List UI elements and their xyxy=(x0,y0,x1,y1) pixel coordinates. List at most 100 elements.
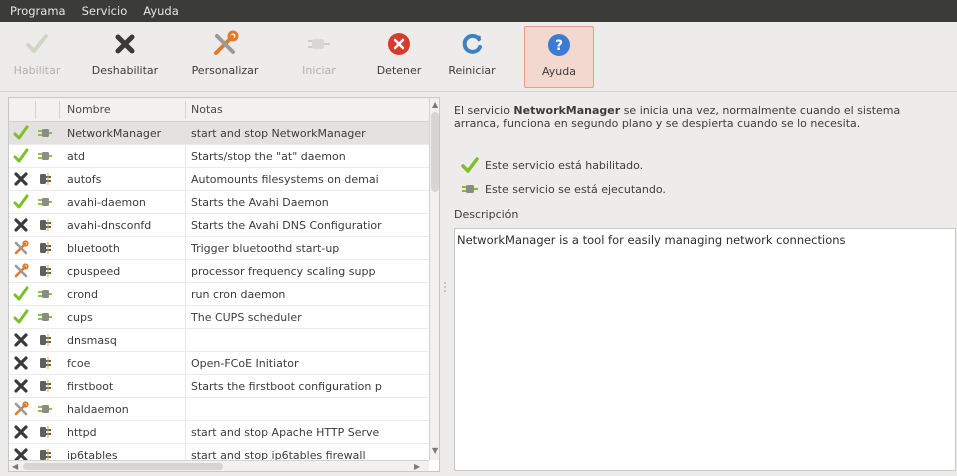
plug-disconnected-icon xyxy=(37,263,53,279)
service-note: The CUPS scheduler xyxy=(191,311,302,324)
column-header-notas[interactable]: Notas xyxy=(191,98,223,122)
service-note: Trigger bluetoothd start-up xyxy=(191,242,340,255)
service-name: cpuspeed xyxy=(67,265,121,278)
toolbar: Habilitar Deshabilitar Personalizar Inic… xyxy=(0,22,957,92)
plug-disconnected-icon xyxy=(37,378,53,394)
ayuda-button[interactable]: ? Ayuda xyxy=(524,26,594,88)
horizontal-scroll-thumb[interactable] xyxy=(23,463,223,470)
check-icon xyxy=(23,30,51,58)
service-name: atd xyxy=(67,150,86,163)
deshabilitar-label: Deshabilitar xyxy=(91,64,159,77)
cross-icon xyxy=(111,30,139,58)
menu-servicio[interactable]: Servicio xyxy=(74,0,136,22)
reiniciar-button[interactable]: Reiniciar xyxy=(440,26,504,88)
service-name: bluetooth xyxy=(67,242,120,255)
table-body: NetworkManager start and stop NetworkMana… xyxy=(9,122,429,467)
plug-connected-icon xyxy=(37,148,53,164)
plug-disconnected-icon xyxy=(37,171,53,187)
scroll-right-icon[interactable]: ▶ xyxy=(414,462,420,471)
table-row[interactable]: avahi-dnsconfd Starts the Avahi DNS Confi… xyxy=(9,214,429,237)
service-note: Automounts filesystems on demai xyxy=(191,173,379,186)
column-divider xyxy=(35,101,36,119)
table-row[interactable]: crond run cron daemon xyxy=(9,283,429,306)
menu-bar: Programa Servicio Ayuda xyxy=(0,0,957,22)
plug-disconnected-icon xyxy=(37,424,53,440)
plug-connected-icon xyxy=(37,309,53,325)
table-row[interactable]: bluetooth Trigger bluetoothd start-up xyxy=(9,237,429,260)
table-row[interactable]: atd Starts/stop the "at" daemon xyxy=(9,145,429,168)
table-row[interactable]: firstboot Starts the firstboot configurat… xyxy=(9,375,429,398)
plug-connected-icon xyxy=(37,401,53,417)
menu-ayuda[interactable]: Ayuda xyxy=(135,0,187,22)
table-row[interactable]: NetworkManager start and stop NetworkMana… xyxy=(9,122,429,145)
table-row[interactable]: fcoe Open-FCoE Initiator xyxy=(9,352,429,375)
plug-disconnected-icon xyxy=(37,217,53,233)
service-note: start and stop Apache HTTP Serve xyxy=(191,426,380,439)
service-name: haldaemon xyxy=(67,403,129,416)
service-note: Starts the Avahi Daemon xyxy=(191,196,329,209)
plug-icon xyxy=(305,30,333,58)
service-name: cups xyxy=(67,311,93,324)
table-row[interactable]: dnsmasq xyxy=(9,329,429,352)
service-name: avahi-daemon xyxy=(67,196,146,209)
detener-button[interactable]: Detener xyxy=(368,26,430,88)
column-header-nombre[interactable]: Nombre xyxy=(67,98,111,122)
table-header: Nombre Notas xyxy=(9,98,429,122)
plug-connected-icon xyxy=(37,194,53,210)
service-name: NetworkManager xyxy=(67,127,162,140)
check-icon xyxy=(13,148,29,164)
table-row[interactable]: httpd start and stop Apache HTTP Serve xyxy=(9,421,429,444)
service-name: fcoe xyxy=(67,357,91,370)
table-row[interactable]: autofs Automounts filesystems on demai xyxy=(9,168,429,191)
wrench-screwdriver-icon xyxy=(211,30,239,58)
service-summary: El servicio NetworkManager se inicia una… xyxy=(454,104,949,130)
iniciar-button[interactable]: Iniciar xyxy=(297,26,341,88)
service-note: Starts/stop the "at" daemon xyxy=(191,150,346,163)
reiniciar-label: Reiniciar xyxy=(448,64,496,77)
service-name: dnsmasq xyxy=(67,334,117,347)
plug-disconnected-icon xyxy=(37,355,53,371)
scroll-down-icon[interactable]: ▼ xyxy=(432,446,438,456)
description-text[interactable]: NetworkManager is a tool for easily mana… xyxy=(454,228,956,471)
stop-icon xyxy=(385,30,413,58)
menu-programa[interactable]: Programa xyxy=(2,0,74,22)
wrench-screwdriver-icon xyxy=(13,240,29,256)
service-name: httpd xyxy=(67,426,97,439)
scroll-left-icon[interactable]: ◀ xyxy=(12,462,18,471)
table-row[interactable]: cpuspeed processor frequency scaling supp xyxy=(9,260,429,283)
cross-icon xyxy=(13,332,29,348)
check-icon xyxy=(13,194,29,210)
table-row[interactable]: cups The CUPS scheduler xyxy=(9,306,429,329)
service-details-panel: El servicio NetworkManager se inicia una… xyxy=(451,97,956,472)
service-name: avahi-dnsconfd xyxy=(67,219,152,232)
service-note: Open-FCoE Initiator xyxy=(191,357,299,370)
service-note: Starts the firstboot configuration p xyxy=(191,380,382,393)
check-icon xyxy=(13,309,29,325)
description-label: Descripción xyxy=(454,208,519,221)
habilitar-button[interactable]: Habilitar xyxy=(12,26,62,88)
plug-disconnected-icon xyxy=(37,240,53,256)
running-status: Este servicio se está ejecutando. xyxy=(461,181,666,197)
cross-icon xyxy=(13,355,29,371)
cross-icon xyxy=(13,171,29,187)
check-icon xyxy=(13,286,29,302)
vertical-scroll-thumb[interactable] xyxy=(431,112,439,192)
pane-splitter[interactable] xyxy=(442,280,448,294)
enabled-status: Este servicio está habilitado. xyxy=(461,157,643,173)
summary-pre: El servicio xyxy=(454,104,514,117)
services-table[interactable]: Nombre Notas NetworkManager start and sto… xyxy=(8,97,440,472)
personalizar-button[interactable]: Personalizar xyxy=(180,26,270,88)
deshabilitar-button[interactable]: Deshabilitar xyxy=(84,26,166,88)
column-divider xyxy=(185,101,186,119)
scroll-up-icon[interactable]: ▲ xyxy=(432,100,438,110)
habilitar-label: Habilitar xyxy=(13,64,61,77)
cross-icon xyxy=(13,217,29,233)
plug-connected-icon xyxy=(37,125,53,141)
table-row[interactable]: avahi-daemon Starts the Avahi Daemon xyxy=(9,191,429,214)
running-status-text: Este servicio se está ejecutando. xyxy=(485,182,666,196)
vertical-scrollbar[interactable]: ▲ ▼ xyxy=(429,98,439,460)
ayuda-label: Ayuda xyxy=(542,65,576,78)
table-row[interactable]: haldaemon xyxy=(9,398,429,421)
horizontal-scrollbar[interactable]: ◀ ▶ xyxy=(9,460,429,471)
cross-icon xyxy=(13,424,29,440)
